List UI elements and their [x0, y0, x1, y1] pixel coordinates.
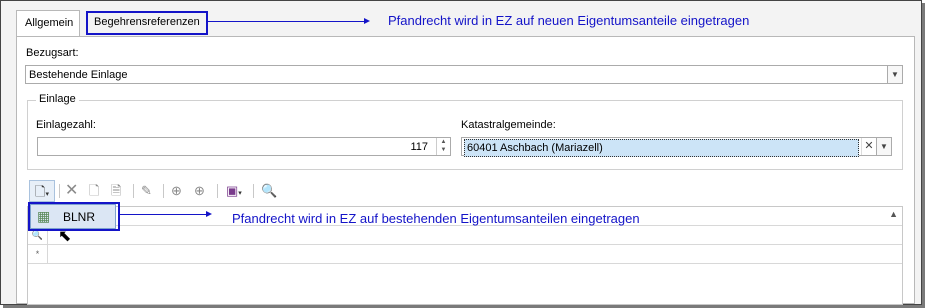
katastralgemeinde-value: 60401 Aschbach (Mariazell) — [464, 139, 859, 157]
annotation-note-tab: Pfandrecht wird in EZ auf neuen Eigentum… — [388, 13, 750, 28]
bezugsart-value: Bestehende Einlage — [29, 69, 128, 81]
new-document-icon[interactable]: 🗋▾ — [29, 180, 55, 202]
einlagezahl-field[interactable]: 117 ▲ ▼ — [37, 137, 451, 156]
annotation-arrow-tab — [208, 18, 370, 24]
spin-up-icon[interactable]: ▲ — [437, 138, 450, 146]
katastralgemeinde-select[interactable]: 60401 Aschbach (Mariazell) ✕ ▼ — [461, 137, 892, 157]
copy-icon[interactable]: 🗎 — [111, 180, 121, 202]
bezugsart-label: Bezugsart: — [26, 47, 79, 59]
toolbar-separator — [59, 184, 60, 198]
annotation-note-menu: Pfandrecht wird in EZ auf bestehenden Ei… — [232, 211, 640, 226]
toolbar-separator — [133, 184, 134, 198]
delete-icon[interactable]: ✕ — [65, 180, 78, 202]
chevron-down-icon[interactable]: ▼ — [876, 138, 891, 155]
tab-content-panel: Bezugsart: Bestehende Einlage ▼ Einlage … — [16, 36, 915, 305]
move-up-icon[interactable]: ⊕ — [171, 180, 182, 202]
add-row-icon[interactable]: 🗋 — [89, 180, 99, 202]
new-row[interactable]: * — [28, 245, 902, 264]
spin-down-icon[interactable]: ▼ — [437, 146, 450, 154]
edit-icon[interactable]: ✎ — [141, 180, 152, 202]
clear-icon[interactable]: ✕ — [861, 138, 876, 155]
bezugsart-select[interactable]: Bestehende Einlage ▼ — [25, 65, 903, 84]
annotation-arrow-menu — [120, 211, 212, 217]
annotation-box-menu — [28, 202, 120, 231]
new-row-indicator: * — [28, 245, 48, 264]
chevron-down-icon[interactable]: ▼ — [887, 66, 902, 83]
filter-row[interactable]: 🔍 — [28, 226, 902, 245]
annotation-box-tab — [86, 11, 208, 35]
search-document-icon[interactable]: 🔍 — [261, 180, 277, 202]
einlagezahl-stepper[interactable]: ▲ ▼ — [436, 138, 450, 155]
move-down-icon[interactable]: ⊕ — [194, 180, 205, 202]
einlagezahl-value: 117 — [410, 141, 428, 153]
save-dropdown-icon[interactable]: ▣▾ — [226, 180, 242, 202]
toolbar-separator — [217, 184, 218, 198]
toolbar-separator — [163, 184, 164, 198]
sort-ascending-icon[interactable]: ▲ — [889, 209, 898, 219]
einlage-group: Einlage Einlagezahl: 117 ▲ ▼ Katastralge… — [27, 93, 903, 170]
einlagezahl-label: Einlagezahl: — [36, 119, 96, 131]
einlage-group-title: Einlage — [36, 93, 79, 105]
toolbar-separator — [253, 184, 254, 198]
mouse-cursor-icon: ⬉ — [58, 228, 72, 245]
tab-allgemein[interactable]: Allgemein — [16, 10, 80, 36]
katastralgemeinde-label: Katastralgemeinde: — [461, 119, 556, 131]
